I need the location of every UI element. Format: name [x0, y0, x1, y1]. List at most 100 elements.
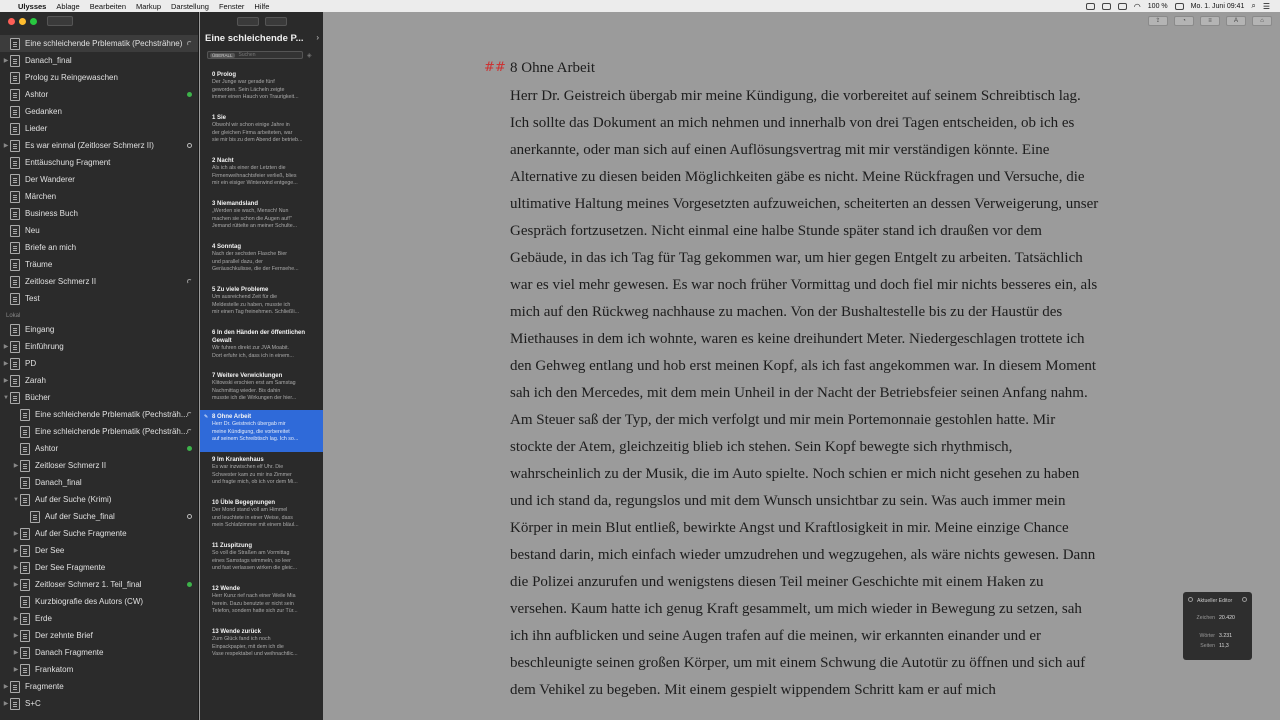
close-window-button[interactable]	[8, 17, 15, 25]
library-item[interactable]: ▶ Danach Fragmente	[0, 644, 198, 661]
library-item[interactable]: ▶ Frankatom	[0, 661, 198, 678]
menu-list-icon[interactable]: ☰	[1263, 2, 1270, 11]
sheet-body-text[interactable]: Herr Dr. Geistreich übergab mir meine Kü…	[510, 83, 1100, 704]
chevron-right-icon[interactable]: ▶	[12, 666, 20, 673]
attachments-icon[interactable]: ≡	[1200, 16, 1220, 26]
chevron-right-icon[interactable]: ▶	[12, 649, 20, 656]
library-item[interactable]: ▶ Einführung	[0, 338, 198, 355]
filter-pill[interactable]: ÜBERALL	[210, 52, 235, 58]
battery-icon[interactable]	[1174, 2, 1184, 10]
goals-icon[interactable]: ◔	[1174, 16, 1194, 26]
chevron-right-icon[interactable]: ▶	[12, 530, 20, 537]
library-item[interactable]: Business Buch	[0, 205, 198, 222]
paperclip-icon[interactable]: ⌂	[1252, 16, 1272, 26]
chevron-right-icon[interactable]: ▶	[12, 564, 20, 571]
chevron-right-icon[interactable]: ▶	[2, 377, 10, 384]
chevron-right-icon[interactable]: ›	[316, 33, 319, 42]
sheet-item[interactable]: 2 Nacht Als ich als einer der Letzten die…	[200, 154, 323, 196]
menu-fenster[interactable]: Fenster	[219, 2, 244, 11]
chevron-right-icon[interactable]: ▶	[12, 547, 20, 554]
library-item[interactable]: ▶ PD	[0, 355, 198, 372]
library-item[interactable]: ▶ Danach_final	[0, 52, 198, 69]
sheet-heading[interactable]: 8 Ohne Arbeit	[510, 60, 595, 77]
editor[interactable]: ## 8 Ohne Arbeit Herr Dr. Geistreich übe…	[324, 30, 1280, 720]
library-item[interactable]: Gedanken	[0, 103, 198, 120]
sheet-item[interactable]: 0 Prolog Der Junge war gerade fünf geworde…	[200, 68, 323, 110]
library-item[interactable]: ▶ Zeitloser Schmerz 1. Teil_final	[0, 576, 198, 593]
chevron-right-icon[interactable]: ▶	[2, 343, 10, 350]
chevron-right-icon[interactable]: ▶	[12, 462, 20, 469]
sidebar-toggle-button[interactable]	[47, 16, 73, 26]
library-item[interactable]: Enttäuschung Fragment	[0, 154, 198, 171]
library-item[interactable]: Ashtor	[0, 86, 198, 103]
library-item[interactable]: Märchen	[0, 188, 198, 205]
library-item[interactable]: Danach_final	[0, 474, 198, 491]
library-item[interactable]: Test	[0, 290, 198, 307]
library-item[interactable]: ▶ Fragmente	[0, 678, 198, 695]
tray-icon[interactable]	[1101, 2, 1111, 10]
sheet-item[interactable]: 7 Weitere Verwicklungen Klitowski erschie…	[200, 369, 323, 409]
search-icon[interactable]	[236, 16, 259, 26]
sheet-item[interactable]: 12 Wende Herr Kunz rief nach einer Weile …	[200, 582, 323, 624]
menu-markup[interactable]: Markup	[136, 2, 161, 11]
library-item[interactable]: ▶ Der See	[0, 542, 198, 559]
library-item[interactable]: Auf der Suche_final	[0, 508, 198, 525]
library-item[interactable]: Neu	[0, 222, 198, 239]
chevron-right-icon[interactable]: ▶	[2, 142, 10, 149]
library-item[interactable]: Prolog zu Reingewaschen	[0, 69, 198, 86]
library-item[interactable]: Briefe an mich	[0, 239, 198, 256]
chevron-right-icon[interactable]: ▶	[2, 57, 10, 64]
chevron-right-icon[interactable]: ▶	[12, 632, 20, 639]
chevron-right-icon[interactable]: ▶	[2, 360, 10, 367]
new-sheet-icon[interactable]	[264, 16, 287, 26]
sheet-item[interactable]: 6 In den Händen der öffentlichen Gewalt W…	[200, 326, 323, 368]
gear-icon[interactable]	[1242, 597, 1247, 602]
tray-icon[interactable]	[1117, 2, 1127, 10]
search-icon[interactable]: ⌕	[1251, 1, 1255, 11]
chevron-right-icon[interactable]: ▶	[2, 683, 10, 690]
library-item[interactable]: Träume	[0, 256, 198, 273]
chevron-down-icon[interactable]: ▼	[2, 395, 10, 401]
library-item[interactable]: Zeitloser Schmerz II	[0, 273, 198, 290]
library-item[interactable]: Eine schleichende Prblematik (Pechsträh.…	[0, 423, 198, 440]
library-item[interactable]: Kurzbiografie des Autors (CW)	[0, 593, 198, 610]
app-menu[interactable]: Ulysses	[18, 2, 46, 11]
export-icon[interactable]: ⇪	[1148, 16, 1168, 26]
library-item[interactable]: ▶ Der zehnte Brief	[0, 627, 198, 644]
wifi-icon[interactable]: ◠	[1134, 2, 1141, 11]
chevron-right-icon[interactable]: ▶	[12, 581, 20, 588]
library-item[interactable]: Lieder	[0, 120, 198, 137]
menu-darstellung[interactable]: Darstellung	[171, 2, 209, 11]
sheet-item[interactable]: 9 Im Krankenhaus Es war inzwischen elf Uh…	[200, 453, 323, 495]
sheet-item[interactable]: 3 Niemandsland „Werden sie wach, Mensch! …	[200, 197, 323, 239]
search-field[interactable]: ÜBERALL Suchen	[207, 51, 303, 59]
library-item[interactable]: ▼ Bücher	[0, 389, 198, 406]
sheet-item[interactable]: 11 Zuspitzung So voll die Straßen am Vorm…	[200, 539, 323, 581]
menu-bearbeiten[interactable]: Bearbeiten	[90, 2, 126, 11]
zoom-window-button[interactable]	[30, 17, 37, 25]
clock[interactable]: Mo. 1. Juni 09:41	[1191, 3, 1245, 10]
sheet-item[interactable]: 4 Sonntag Nach der sechsten Flasche Bier u…	[200, 240, 323, 282]
sheet-item[interactable]: 1 Sie Obwohl wir schon einige Jahre in der…	[200, 111, 323, 153]
menu-ablage[interactable]: Ablage	[56, 2, 79, 11]
library-item[interactable]: ▶ Auf der Suche Fragmente	[0, 525, 198, 542]
library-item[interactable]: Ashtor	[0, 440, 198, 457]
menu-hilfe[interactable]: Hilfe	[254, 2, 269, 11]
library-item[interactable]: ▶ S+C	[0, 695, 198, 712]
minimize-window-button[interactable]	[19, 17, 26, 25]
library-item[interactable]: ▶ Der See Fragmente	[0, 559, 198, 576]
library-item[interactable]: Eine schleichende Prblematik (Pechsträhn…	[0, 35, 198, 52]
chevron-right-icon[interactable]: ▶	[12, 615, 20, 622]
sheet-item[interactable]: ✎ 8 Ohne Arbeit Herr Dr. Geistreich überga…	[200, 410, 323, 452]
library-item[interactable]: ▼ Auf der Suche (Krimi)	[0, 491, 198, 508]
library-item[interactable]: Eingang	[0, 321, 198, 338]
library-item[interactable]: ▶ Zeitloser Schmerz II	[0, 457, 198, 474]
markup-icon[interactable]: A	[1226, 16, 1246, 26]
tag-icon[interactable]: ◈	[307, 52, 312, 59]
library-item[interactable]: ▶ Es war einmal (Zeitloser Schmerz II)	[0, 137, 198, 154]
library-item[interactable]: ▶ Zarah	[0, 372, 198, 389]
library-item[interactable]: Eine schleichende Prblematik (Pechsträh.…	[0, 406, 198, 423]
sheet-item[interactable]: 5 Zu viele Probleme Um ausreichend Zeit f…	[200, 283, 323, 325]
tray-icon[interactable]	[1085, 2, 1095, 10]
sheet-item[interactable]: 13 Wende zurück Zum Glück fand ich noch Ei…	[200, 625, 323, 667]
